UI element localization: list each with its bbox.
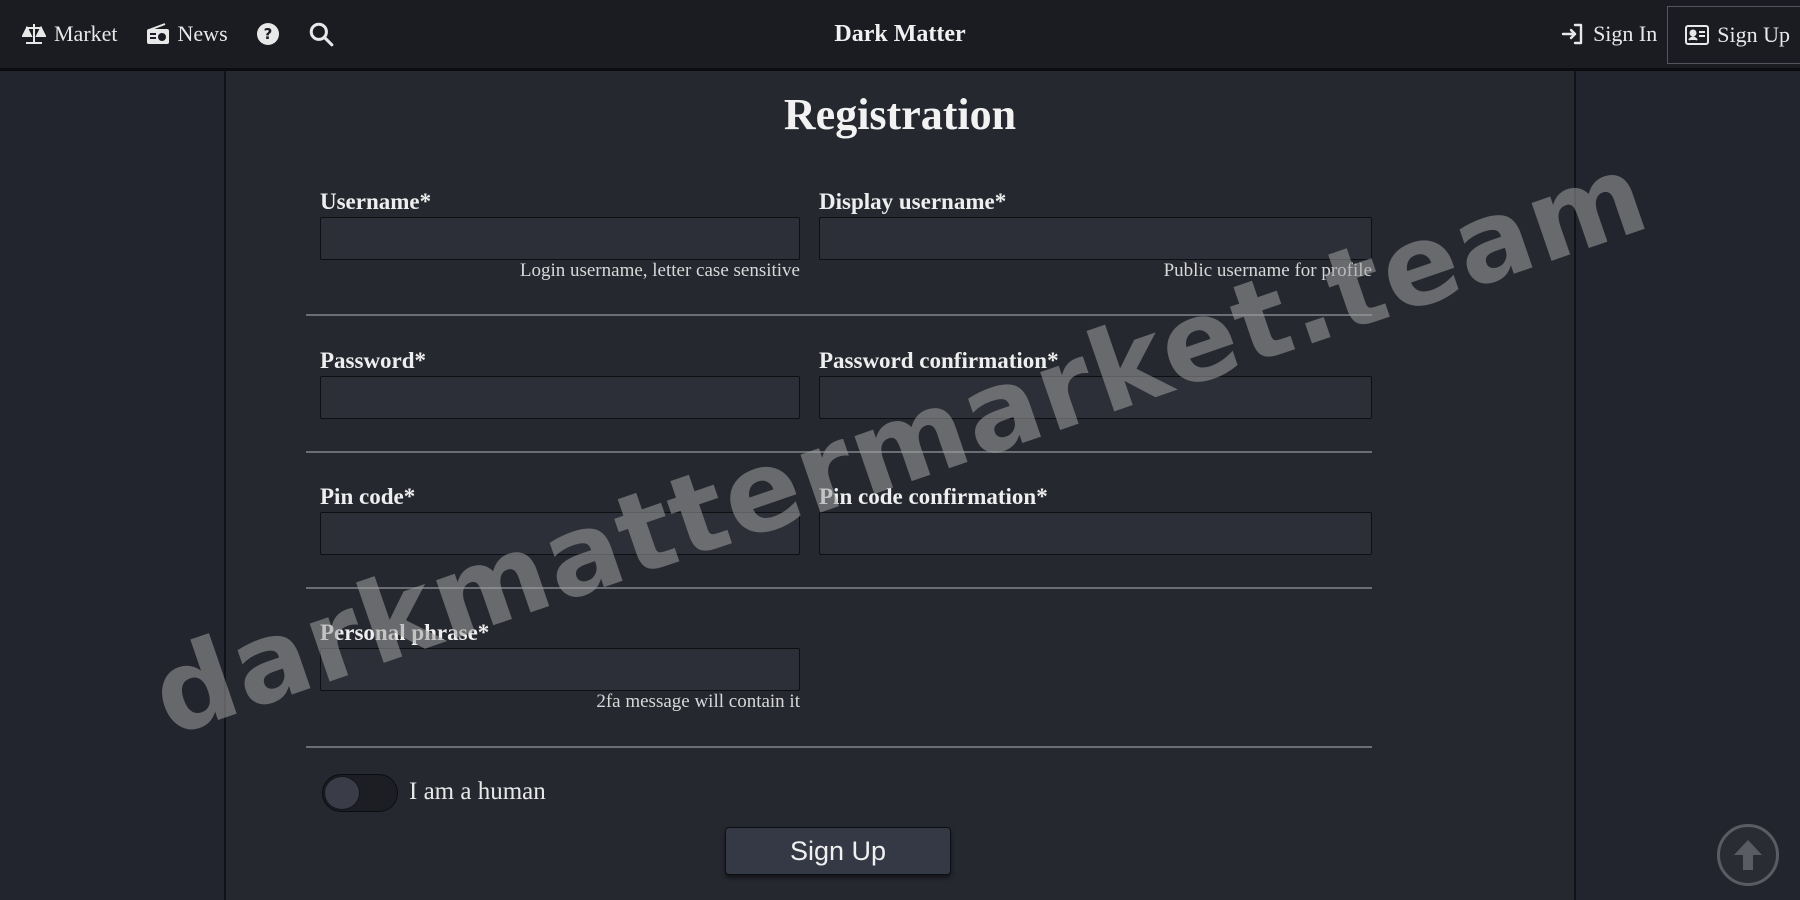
toggle-knob: [324, 776, 360, 810]
svg-text:?: ?: [263, 25, 272, 43]
pin-code-label: Pin code*: [320, 484, 416, 509]
registration-card: Registration Username* Login username, l…: [224, 71, 1576, 900]
display-username-field[interactable]: [819, 217, 1372, 260]
password-confirmation-field[interactable]: [819, 376, 1372, 419]
sign-up-button[interactable]: Sign Up: [725, 827, 951, 875]
display-username-label: Display username*: [819, 189, 1007, 214]
top-navigation-bar: Market News ? Dark Matter Sign In Sign U…: [0, 0, 1800, 71]
divider: [306, 314, 1372, 316]
nav-sign-in-label: Sign In: [1593, 21, 1658, 46]
username-field[interactable]: [320, 217, 800, 260]
id-card-icon: [1685, 25, 1710, 45]
scroll-to-top-button[interactable]: [1717, 824, 1779, 886]
human-check-label: I am a human: [409, 778, 546, 805]
password-label: Password*: [320, 348, 427, 373]
nav-sign-up-label: Sign Up: [1717, 22, 1790, 47]
scales-icon: [22, 24, 46, 44]
search-icon: [309, 22, 333, 47]
nav-news-label: News: [177, 21, 228, 46]
display-username-hint: Public username for profile: [1163, 260, 1372, 281]
divider: [306, 451, 1372, 453]
nav-market-label: Market: [54, 21, 118, 46]
nav-right: Sign In Sign Up: [1561, 0, 1800, 68]
nav-left: Market News ?: [22, 0, 362, 68]
nav-search-button[interactable]: [308, 21, 334, 47]
personal-phrase-label: Personal phrase*: [320, 620, 490, 645]
pin-code-field[interactable]: [320, 512, 800, 555]
password-field[interactable]: [320, 376, 800, 419]
divider: [306, 587, 1372, 589]
nav-sign-up-link[interactable]: Sign Up: [1667, 6, 1800, 64]
divider: [306, 746, 1372, 748]
personal-phrase-hint: 2fa message will contain it: [596, 691, 800, 712]
arrow-up-icon: [1734, 840, 1762, 870]
password-confirmation-label: Password confirmation*: [819, 348, 1059, 373]
nav-news-link[interactable]: News: [146, 21, 228, 47]
pin-code-confirmation-label: Pin code confirmation*: [819, 484, 1048, 509]
nav-market-link[interactable]: Market: [22, 21, 118, 47]
radio-icon: [146, 23, 169, 44]
nav-help-button[interactable]: ?: [256, 22, 280, 46]
username-label: Username*: [320, 189, 432, 214]
nav-sign-in-link[interactable]: Sign In: [1561, 21, 1657, 47]
personal-phrase-field[interactable]: [320, 648, 800, 691]
sign-in-icon: [1561, 23, 1583, 45]
human-check-toggle[interactable]: [322, 774, 398, 812]
pin-code-confirmation-field[interactable]: [819, 512, 1372, 555]
username-hint: Login username, letter case sensitive: [519, 260, 800, 281]
page-title: Registration: [783, 90, 1017, 139]
help-icon: ?: [256, 23, 279, 45]
